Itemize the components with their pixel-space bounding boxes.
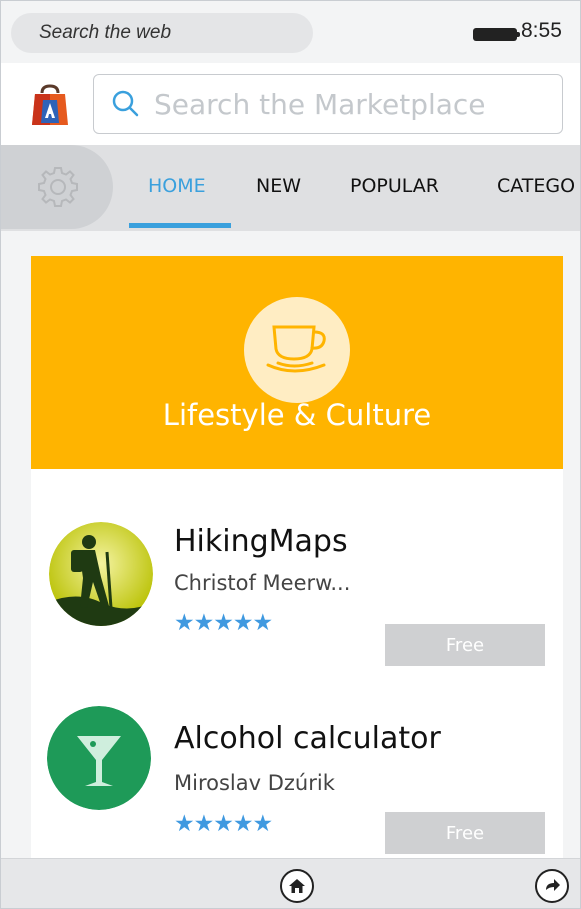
app-name: Alcohol calculator — [174, 721, 441, 756]
tab-categories[interactable]: CATEGO — [497, 175, 575, 197]
category-banner[interactable]: Lifestyle & Culture — [31, 256, 563, 469]
battery-icon — [473, 28, 520, 41]
tab-new[interactable]: NEW — [256, 175, 301, 197]
coffee-cup-icon — [266, 325, 326, 373]
category-card: Lifestyle & Culture HikingMaps Christof … — [31, 256, 563, 858]
app-name: HikingMaps — [174, 524, 348, 559]
banner-title: Lifestyle & Culture — [162, 398, 432, 432]
app-author: Christof Meerw... — [174, 571, 351, 595]
active-tab-indicator — [129, 223, 231, 228]
marketplace-search-input[interactable] — [154, 83, 554, 125]
rating-stars: ★★★★★ — [174, 811, 273, 837]
app-author: Miroslav Dzúrik — [174, 771, 335, 795]
tab-popular[interactable]: POPULAR — [350, 175, 439, 197]
reload-icon — [546, 879, 560, 891]
install-button[interactable]: Free — [385, 812, 545, 854]
hiker-icon — [49, 522, 153, 626]
list-item[interactable]: Alcohol calculator Miroslav Dzúrik ★★★★★… — [31, 701, 563, 861]
tab-bar: HOME NEW POPULAR CATEGO — [1, 145, 580, 231]
main-content: Lifestyle & Culture HikingMaps Christof … — [1, 231, 580, 858]
web-search-field[interactable]: Search the web — [11, 13, 313, 53]
marketplace-logo-icon — [32, 84, 68, 125]
browser-frame: Search the web 8:55 Search the Marketpla… — [0, 0, 581, 909]
banner-icon-circle — [244, 297, 350, 403]
reload-button[interactable] — [535, 869, 569, 903]
rating-stars: ★★★★★ — [174, 610, 273, 636]
home-button[interactable] — [280, 869, 314, 903]
marketplace-search-box[interactable] — [93, 74, 563, 134]
clock: 8:55 — [521, 19, 562, 42]
home-icon — [289, 879, 305, 893]
list-item[interactable]: HikingMaps Christof Meerw... ★★★★★ Free — [31, 512, 563, 672]
martini-glass-icon — [47, 706, 151, 810]
marketplace-header — [1, 63, 580, 145]
tab-home[interactable]: HOME — [148, 175, 206, 197]
gear-icon — [38, 167, 78, 207]
search-icon — [112, 90, 139, 117]
bottom-toolbar — [1, 858, 580, 908]
status-bar: Search the web 8:55 — [11, 9, 580, 57]
settings-button[interactable] — [1, 145, 113, 229]
install-button[interactable]: Free — [385, 624, 545, 666]
